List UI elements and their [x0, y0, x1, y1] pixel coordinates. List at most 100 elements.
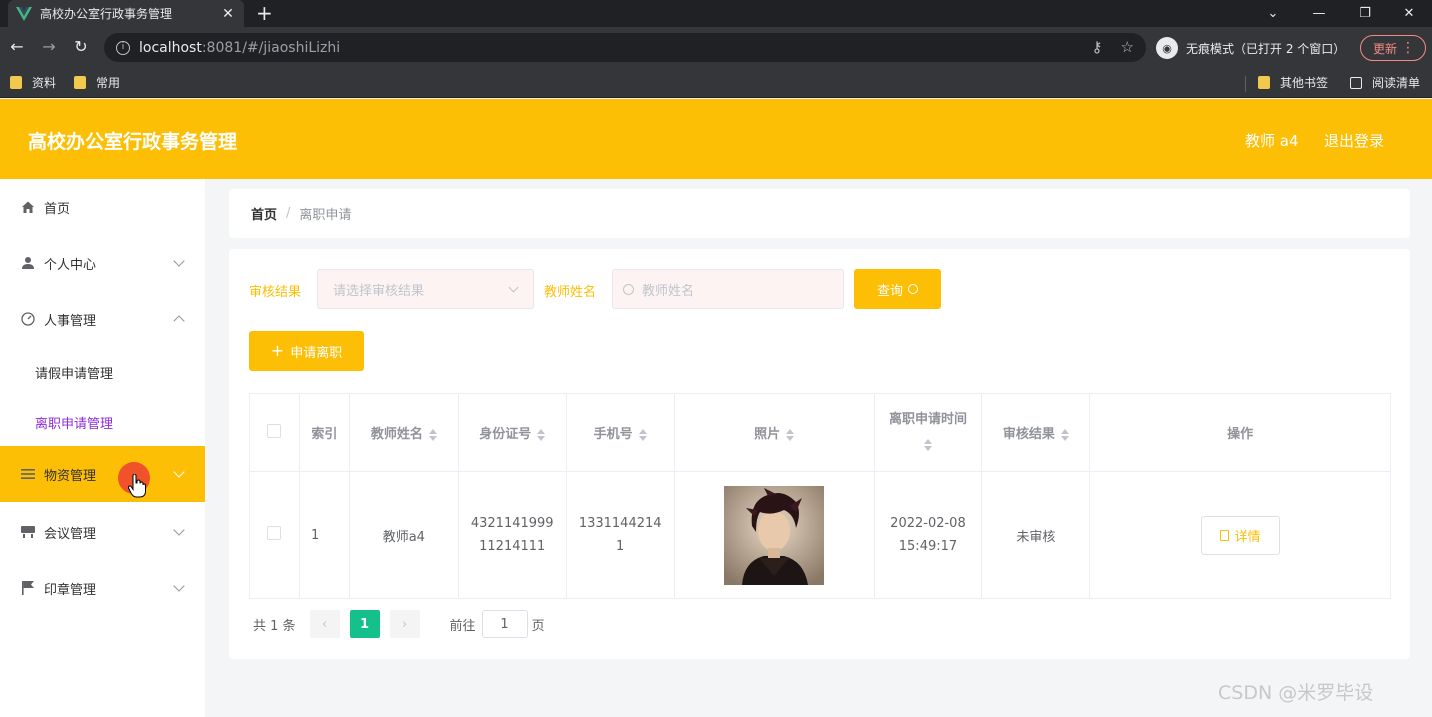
url-path: :8081/#/jiaoshiLizhi [201, 39, 341, 56]
reading-list-icon [1350, 76, 1362, 89]
document-icon [1219, 529, 1229, 541]
breadcrumb-current: 离职申请 [299, 208, 352, 223]
column-header[interactable]: 离职申请时间 [873, 393, 983, 472]
resignation-table: 索引 教师姓名 身份证号 手机号 照片 离职申请时间 审核结果 操作 1 教师a… [249, 393, 1391, 599]
sidebar-item-label: 首页 [44, 201, 71, 217]
chevron-down-icon [173, 580, 185, 592]
sidebar-item-profile[interactable]: 个人中心 [0, 235, 205, 291]
star-icon[interactable]: ☆ [1121, 38, 1134, 56]
teacher-name-input[interactable]: 教师姓名 [612, 269, 844, 309]
sort-icon[interactable] [786, 428, 795, 441]
column-header[interactable]: 身份证号 [457, 393, 567, 472]
prev-page-button[interactable]: ‹ [309, 610, 340, 638]
column-header: 操作 [1089, 393, 1391, 472]
select-all-cell[interactable] [249, 393, 300, 472]
apply-time-cell: 2022-02-08 15:49:17 [873, 471, 983, 599]
key-icon[interactable]: ⚷ [1092, 38, 1103, 56]
column-header[interactable]: 手机号 [565, 393, 675, 472]
sort-icon[interactable] [1060, 428, 1069, 441]
incognito-indicator[interactable]: ◉ 无痕模式（已打开 2 个窗口） [1156, 35, 1345, 61]
page-number[interactable]: 1 [349, 610, 380, 638]
new-tab-icon[interactable]: + [256, 2, 273, 24]
back-icon[interactable]: ← [7, 37, 27, 57]
sidebar-item-personnel[interactable]: 人事管理 [0, 291, 205, 347]
sidebar-item-home[interactable]: 首页 [0, 179, 205, 235]
name-filter-label: 教师姓名 [544, 285, 597, 300]
reading-list[interactable]: 阅读清单 [1350, 74, 1420, 91]
tab-close-icon[interactable]: ✕ [220, 6, 236, 22]
row-checkbox[interactable] [267, 526, 282, 540]
goto-label: 前往 [449, 618, 476, 634]
sort-icon[interactable] [638, 428, 647, 441]
browser-tab[interactable]: 高校办公室行政事务管理 ✕ [8, 0, 244, 27]
sidebar-item-resignation[interactable]: 离职申请管理 [0, 397, 205, 447]
close-window-icon[interactable]: ✕ [1386, 0, 1432, 27]
minimize-icon[interactable]: — [1296, 0, 1342, 27]
sidebar: 首页 个人中心 人事管理 请假申请管理 离职申请管理 物资管理 会议管理 印章管… [0, 179, 205, 717]
current-user[interactable]: 教师 a4 [1245, 130, 1299, 151]
apply-resignation-button[interactable]: + 申请离职 [249, 331, 364, 371]
table-header-row: 索引 教师姓名 身份证号 手机号 照片 离职申请时间 审核结果 操作 [249, 393, 1391, 472]
address-bar[interactable]: i localhost :8081/#/jiaoshiLizhi ⚷ ☆ [104, 33, 1146, 62]
pagination: 共 1 条 ‹ 1 › 前往 1 页 [253, 610, 545, 638]
next-page-button[interactable]: › [389, 610, 420, 638]
menu-dots-icon[interactable]: ⋮ [1401, 40, 1415, 56]
folder-icon [74, 76, 86, 89]
sort-icon[interactable] [537, 428, 546, 441]
plus-icon: + [270, 341, 285, 360]
desk-icon [20, 524, 36, 540]
sidebar-item-label: 物资管理 [44, 468, 97, 484]
logout-link[interactable]: 退出登录 [1324, 130, 1384, 151]
column-header[interactable]: 教师姓名 [348, 393, 459, 472]
folder-icon [10, 76, 22, 89]
index-cell: 1 [298, 471, 350, 599]
result-select[interactable]: 请选择审核结果 [317, 269, 534, 309]
browser-tab-strip: 高校办公室行政事务管理 ✕ + ⌄ — ❐ ✕ [0, 0, 1432, 27]
select-all-checkbox[interactable] [267, 423, 282, 438]
main-panel: 审核结果 请选择审核结果 教师姓名 教师姓名 查询 + 申请离职 索引 教师姓名… [229, 249, 1410, 659]
sidebar-item-materials[interactable]: 物资管理 [0, 446, 205, 502]
column-header[interactable]: 审核结果 [981, 393, 1091, 472]
breadcrumb-separator: / [286, 206, 291, 221]
detail-label: 详情 [1234, 529, 1261, 545]
name-input-placeholder: 教师姓名 [642, 283, 695, 299]
update-button[interactable]: 更新 ⋮ [1360, 35, 1426, 61]
sort-icon[interactable] [923, 439, 932, 451]
flag-icon [20, 580, 36, 596]
teacher-photo [724, 485, 825, 585]
phone-cell: 1331144214 1 [565, 471, 675, 599]
breadcrumb-home[interactable]: 首页 [251, 204, 277, 223]
bookmark-folder[interactable]: 常用 [74, 74, 120, 91]
sidebar-item-label: 人事管理 [44, 313, 97, 329]
chevron-down-icon [508, 282, 519, 293]
query-button[interactable]: 查询 [854, 269, 941, 309]
goto-page-input[interactable]: 1 [481, 610, 528, 638]
other-bookmarks[interactable]: 其他书签 [1258, 74, 1328, 91]
tab-search-icon[interactable]: ⌄ [1250, 0, 1296, 27]
chevron-down-icon [173, 255, 185, 267]
sidebar-item-label: 印章管理 [44, 582, 97, 598]
sort-icon[interactable] [428, 428, 437, 441]
chevron-up-icon [173, 315, 185, 327]
forward-icon[interactable]: → [39, 37, 59, 57]
update-label: 更新 [1373, 41, 1398, 56]
breadcrumb: 首页 / 离职申请 [229, 189, 1410, 238]
column-header[interactable]: 照片 [673, 393, 875, 472]
sidebar-item-meetings[interactable]: 会议管理 [0, 504, 205, 560]
column-header: 索引 [298, 393, 350, 472]
result-filter-label: 审核结果 [249, 285, 302, 300]
maximize-icon[interactable]: ❐ [1342, 0, 1388, 27]
bookmark-folder[interactable]: 资料 [10, 74, 56, 91]
folder-icon [1258, 76, 1270, 89]
chevron-down-icon [173, 524, 185, 536]
app-header: 高校办公室行政事务管理 教师 a4 退出登录 [0, 99, 1432, 179]
site-info-icon[interactable]: i [116, 40, 130, 55]
sidebar-item-seals[interactable]: 印章管理 [0, 560, 205, 616]
sidebar-item-leave[interactable]: 请假申请管理 [0, 347, 205, 397]
url-host: localhost [139, 39, 202, 56]
row-select-cell[interactable] [249, 471, 300, 599]
detail-button[interactable]: 详情 [1200, 515, 1280, 555]
app-title: 高校办公室行政事务管理 [28, 131, 238, 153]
reload-icon[interactable]: ↻ [71, 37, 91, 57]
total-count: 共 1 条 [253, 618, 296, 634]
